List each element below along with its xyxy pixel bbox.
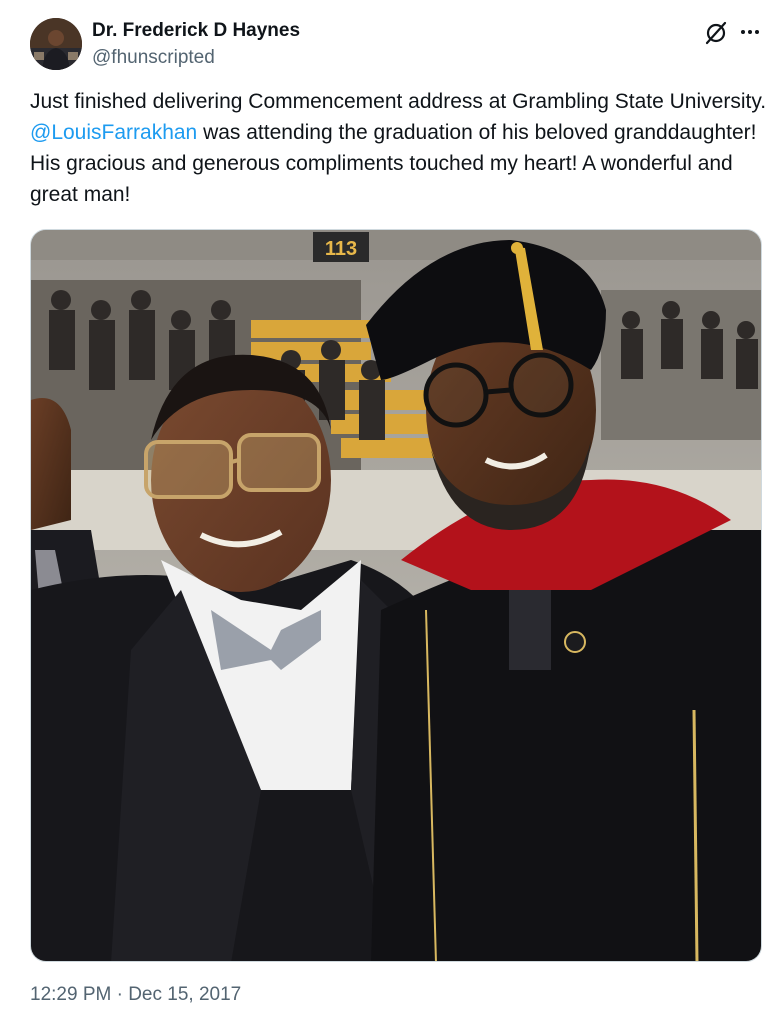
grok-icon[interactable] [703, 20, 729, 46]
tweet-card: Dr. Frederick D Haynes @fhunscripted Jus… [0, 0, 781, 1024]
avatar-photo [30, 18, 82, 70]
scoreboard-number: 113 [325, 238, 357, 260]
tweet-photo[interactable]: 113 [30, 229, 762, 962]
author-avatar[interactable] [30, 18, 82, 70]
mention-link[interactable]: @LouisFarrakhan [30, 121, 197, 144]
author-name[interactable]: Dr. Frederick D Haynes [92, 20, 300, 42]
tweet-text-part-1: Just finished delivering Commencement ad… [30, 90, 767, 113]
author-handle[interactable]: @fhunscripted [92, 47, 215, 69]
more-options-icon[interactable] [736, 18, 764, 46]
tweet-timestamp[interactable]: 12:29 PM · Dec 15, 2017 [30, 984, 241, 1006]
photo-scene: 113 [31, 230, 761, 961]
tweet-text: Just finished delivering Commencement ad… [30, 86, 770, 210]
